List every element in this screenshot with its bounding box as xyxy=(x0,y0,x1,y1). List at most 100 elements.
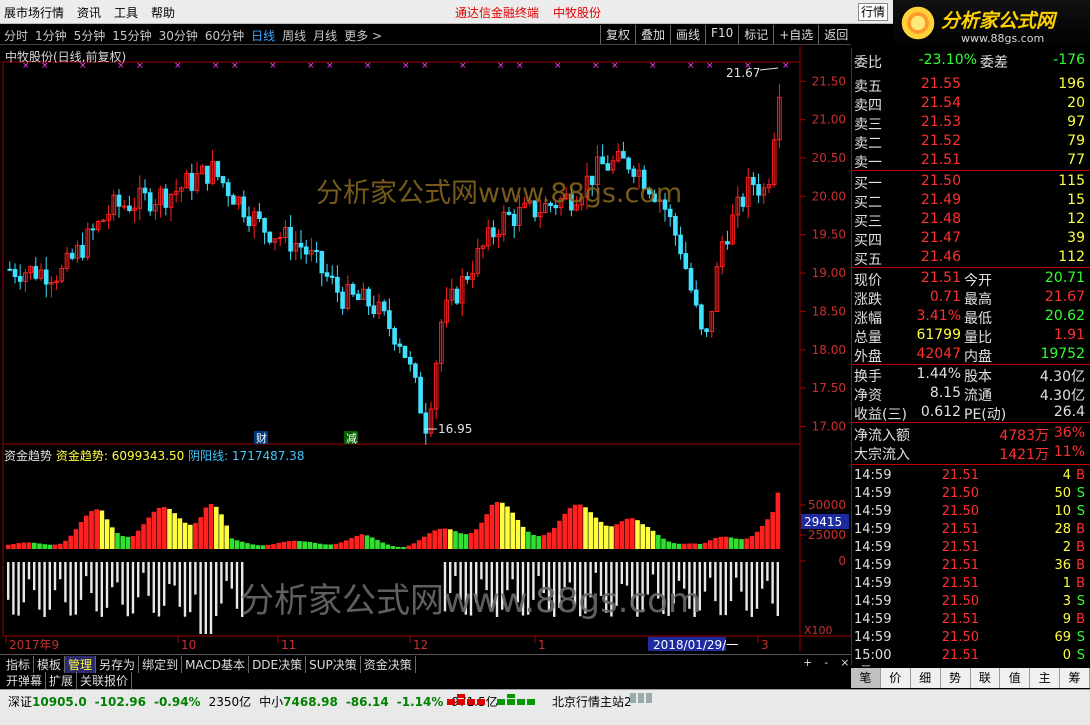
tool-button-5[interactable]: +自选 xyxy=(773,25,818,44)
low-price-label: 16.95 xyxy=(438,422,472,436)
volume-bar xyxy=(142,562,145,573)
tool-button-3[interactable]: F10 xyxy=(705,25,738,44)
quote-tab-3[interactable]: 势 xyxy=(941,668,971,688)
indicator-bar xyxy=(510,512,515,549)
tick-direction: B xyxy=(1076,612,1085,627)
tool-button-6[interactable]: 返回 xyxy=(818,25,853,44)
indicator-tab-0[interactable]: 指标 xyxy=(3,656,35,673)
period-8[interactable]: 月线 xyxy=(313,27,337,44)
volume-bar xyxy=(714,562,717,602)
signal-mark: × xyxy=(269,61,277,71)
volume-bar xyxy=(740,562,743,592)
quote-tab-4[interactable]: 联 xyxy=(971,668,1001,688)
extension-tab-1[interactable]: 扩展 xyxy=(46,672,78,689)
tick-time: 15:00 xyxy=(854,648,892,663)
tool-button-1[interactable]: 叠加 xyxy=(635,25,670,44)
chart-tool-buttons: 复权 叠加 画线 F10 标记 +自选 返回 xyxy=(600,25,853,44)
candle-body xyxy=(673,216,678,236)
kline-chart-area[interactable]: 21.50 21.00 20.50 20.00 19.50 19.00 18.50 18.00… xyxy=(0,46,851,657)
indicator-bar xyxy=(650,530,656,549)
period-5[interactable]: 60分钟 xyxy=(205,27,244,44)
indicator-header: 资金趋势 资金趋势: 6099343.50 阴阳线: 1717487.38 xyxy=(4,447,304,464)
signal-mark: × xyxy=(136,61,144,71)
indicator-bar xyxy=(167,508,172,549)
candle-body xyxy=(350,283,356,295)
indicator-tab-8[interactable]: 资金决策 xyxy=(361,656,416,673)
event-mark-finance: 财 xyxy=(256,431,267,445)
indicator-tab-6[interactable]: DDE决策 xyxy=(249,656,307,673)
sell-vol-3: 79 xyxy=(1067,133,1085,149)
indicator-bar xyxy=(687,543,692,549)
period-4[interactable]: 30分钟 xyxy=(159,27,198,44)
menu-tools[interactable]: 工具 xyxy=(110,4,147,21)
stat2-value-2: 0.612 xyxy=(920,404,961,420)
candle-body xyxy=(147,192,153,212)
quote-tab-2[interactable]: 细 xyxy=(911,668,941,688)
stat2-label2-2: PE(动) xyxy=(964,407,1007,423)
signal-mark: × xyxy=(497,61,505,71)
tab-control-1[interactable]: - xyxy=(824,656,828,669)
indicator-bar xyxy=(718,536,723,549)
quote-tab-0[interactable]: 笔 xyxy=(851,668,881,688)
stat-value2-2: 20.62 xyxy=(1044,308,1085,324)
weibi-row: 委比 -23.10% 委差 -176 xyxy=(852,52,1090,71)
candle-body xyxy=(631,168,637,177)
volume-bar xyxy=(90,562,93,594)
buy-label-1: 买二 xyxy=(854,195,882,211)
indicator-bar xyxy=(312,542,318,549)
indicator-bar xyxy=(292,540,297,549)
tick-price: 21.51 xyxy=(941,648,979,663)
extension-tab-0[interactable]: 开弹幕 xyxy=(3,672,47,689)
quote-tab-5[interactable]: 值 xyxy=(1000,668,1031,688)
tool-button-0[interactable]: 复权 xyxy=(600,25,635,44)
indicator-tab-5[interactable]: MACD基本 xyxy=(182,656,250,673)
indicator-bar xyxy=(432,530,437,549)
indicator-tab-2[interactable]: 管理 xyxy=(65,656,97,673)
period-1[interactable]: 1分钟 xyxy=(35,27,67,44)
period-6[interactable]: 日线 xyxy=(251,27,275,44)
tab-control-2[interactable]: × xyxy=(840,656,849,669)
indicator-tab-7[interactable]: SUP决策 xyxy=(306,656,361,673)
period-9[interactable]: 更多 > xyxy=(344,27,382,44)
tool-button-2[interactable]: 画线 xyxy=(670,25,705,44)
indicator-bar xyxy=(500,502,505,549)
candle-body xyxy=(407,356,413,365)
indicator-tab-4[interactable]: 绑定到 xyxy=(139,656,183,673)
period-selector: 分时 1分钟 5分钟 15分钟 30分钟 60分钟 日线 周线 月线 更多 > xyxy=(4,27,382,44)
stat2-value-1: 8.15 xyxy=(929,385,961,401)
candle-body xyxy=(355,293,361,301)
indicator-bar xyxy=(354,535,359,549)
period-2[interactable]: 5分钟 xyxy=(74,27,106,44)
period-3[interactable]: 15分钟 xyxy=(112,27,151,44)
volume-bar xyxy=(48,562,51,610)
indicator-bar xyxy=(162,507,167,549)
volume-bar xyxy=(454,562,457,577)
zx-change: -86.14 xyxy=(345,694,389,709)
app-name: 通达信金融终端 xyxy=(455,6,540,20)
extension-tab-2[interactable]: 关联报价 xyxy=(77,672,133,689)
period-0[interactable]: 分时 xyxy=(4,27,28,44)
buy-label-3: 买四 xyxy=(854,233,882,249)
quote-tab-7[interactable]: 筹 xyxy=(1060,668,1090,688)
tick-time: 14:59 xyxy=(854,612,892,627)
quote-mode-button[interactable]: 行情 xyxy=(858,3,888,21)
tick-price: 21.50 xyxy=(941,630,979,645)
menu-news[interactable]: 资讯 xyxy=(73,4,110,21)
high-pointer xyxy=(759,67,779,71)
indicator-tab-1[interactable]: 模板 xyxy=(34,656,66,673)
quote-tab-6[interactable]: 主 xyxy=(1030,668,1061,688)
indicator-bar xyxy=(32,542,37,549)
indicator-bar xyxy=(63,540,68,549)
period-7[interactable]: 周线 xyxy=(282,27,306,44)
volume-bar xyxy=(100,562,103,617)
menu-market[interactable]: 展市场行情 xyxy=(0,4,73,21)
quote-tab-1[interactable]: 价 xyxy=(881,668,911,688)
volume-bar xyxy=(209,562,213,634)
indicator-tab-3[interactable]: 另存为 xyxy=(96,656,140,673)
candle-body xyxy=(80,244,85,258)
menu-help[interactable]: 帮助 xyxy=(147,4,184,21)
tool-button-4[interactable]: 标记 xyxy=(738,25,773,44)
indicator-bar xyxy=(775,492,781,549)
tab-control-0[interactable]: + xyxy=(803,656,812,669)
sell-row-1: 卖四 21.54 20 xyxy=(852,95,1090,114)
